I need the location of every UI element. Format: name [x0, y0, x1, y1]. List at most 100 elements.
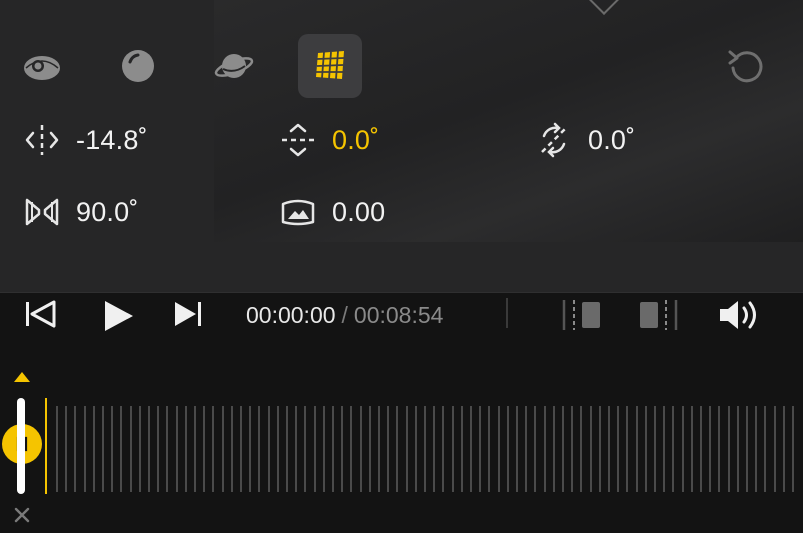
- play-icon: [105, 301, 133, 331]
- timeline-tick: [139, 406, 141, 492]
- chevron-down-icon[interactable]: [587, 0, 621, 15]
- play-button[interactable]: [100, 298, 136, 339]
- timeline-tick: [387, 406, 389, 492]
- timeline-tick: [350, 406, 352, 492]
- timeline-tick: [774, 406, 776, 492]
- sphere-icon: [122, 50, 154, 82]
- timeline-tick: [442, 406, 444, 492]
- timeline-tick: [185, 406, 187, 492]
- close-icon[interactable]: [13, 506, 31, 524]
- timeline-tick: [700, 406, 702, 492]
- trim-start-button[interactable]: [560, 298, 604, 337]
- timeline-tick: [222, 406, 224, 492]
- playhead-line[interactable]: [45, 398, 47, 494]
- timeline-tick: [194, 406, 196, 492]
- volume-icon: [720, 301, 756, 329]
- fov-control[interactable]: 90.0˚: [24, 194, 139, 230]
- timeline-tick: [737, 406, 739, 492]
- roll-value[interactable]: 0.0˚: [588, 125, 635, 156]
- timeline-tick: [240, 406, 242, 492]
- timeline-tick: [231, 406, 233, 492]
- timeline-tick: [461, 406, 463, 492]
- timeline-tick: [691, 406, 693, 492]
- timeline-tick: [93, 406, 95, 492]
- view-settings-panel: -14.8˚ 0.0˚ 0.0˚ 90.0˚ 0.00: [0, 0, 803, 293]
- timeline-tick: [314, 406, 316, 492]
- timeline-tick: [396, 406, 398, 492]
- fov-value[interactable]: 90.0˚: [76, 197, 139, 228]
- distortion-icon: [281, 199, 315, 226]
- pitch-value[interactable]: 0.0˚: [332, 125, 379, 156]
- planet-icon: [214, 54, 254, 78]
- timeline-tick: [663, 406, 665, 492]
- timeline-tick: [433, 406, 435, 492]
- trim-end-button[interactable]: [638, 298, 682, 337]
- timeline-tick: [728, 406, 730, 492]
- timeline-tick: [746, 406, 748, 492]
- timeline-tick: [617, 406, 619, 492]
- timeline-tick: [212, 406, 214, 492]
- timeline-tick: [682, 406, 684, 492]
- timeline-tick: [295, 406, 297, 492]
- timeline-tick: [249, 406, 251, 492]
- timeline-tick: [580, 406, 582, 492]
- pitch-control[interactable]: 0.0˚: [280, 122, 379, 158]
- timeline-start-handle[interactable]: [17, 398, 25, 494]
- timeline-tick: [590, 406, 592, 492]
- timeline-tick: [406, 406, 408, 492]
- time-display: 00:00:00/00:08:54: [246, 302, 443, 329]
- timeline-tick: [304, 406, 306, 492]
- skip-forward-icon: [175, 302, 201, 326]
- timeline-tick: [479, 406, 481, 492]
- previous-frame-button[interactable]: [24, 298, 56, 335]
- timeline-tick: [553, 406, 555, 492]
- next-frame-button[interactable]: [172, 298, 204, 335]
- timeline-tick: [332, 406, 334, 492]
- volume-button[interactable]: [718, 298, 766, 337]
- timeline-tick: [544, 406, 546, 492]
- timeline-tick: [378, 406, 380, 492]
- yaw-icon: [25, 125, 59, 155]
- timeline-tick: [672, 406, 674, 492]
- reset-icon: [728, 50, 763, 83]
- distortion-value[interactable]: 0.00: [332, 197, 385, 228]
- yaw-value[interactable]: -14.8˚: [76, 125, 148, 156]
- yaw-control[interactable]: -14.8˚: [24, 122, 148, 158]
- timeline-tick: [203, 406, 205, 492]
- reset-button[interactable]: [726, 46, 766, 86]
- fisheye-mode-button[interactable]: [10, 34, 74, 98]
- keyframe-marker-icon[interactable]: [13, 371, 31, 383]
- skip-back-icon: [26, 300, 56, 328]
- timeline-tick: [516, 406, 518, 492]
- roll-icon: [541, 122, 567, 158]
- timeline-tick: [65, 406, 67, 492]
- timeline-tick: [157, 406, 159, 492]
- trim-end-icon: [640, 300, 678, 330]
- timeline-tick: [369, 406, 371, 492]
- timeline-tick: [111, 406, 113, 492]
- planet-mode-button[interactable]: [202, 34, 266, 98]
- time-separator: /: [341, 302, 348, 328]
- perspective-mode-button[interactable]: [298, 34, 362, 98]
- timeline-tick: [268, 406, 270, 492]
- timeline-tick: [166, 406, 168, 492]
- timeline-tick: [718, 406, 720, 492]
- toolbar-divider: [506, 298, 508, 328]
- timeline-tick: [599, 406, 601, 492]
- timeline-tick: [130, 406, 132, 492]
- timeline-tick: [286, 406, 288, 492]
- timeline-tick: [56, 406, 58, 492]
- timeline-tick: [636, 406, 638, 492]
- timeline-tick: [645, 406, 647, 492]
- timeline-tick: [120, 406, 122, 492]
- distortion-control[interactable]: 0.00: [280, 194, 385, 230]
- timeline-tick: [626, 406, 628, 492]
- fov-icon: [25, 198, 59, 226]
- timeline-tick: [84, 406, 86, 492]
- total-time: 00:08:54: [353, 302, 444, 328]
- current-time: 00:00:00: [246, 302, 336, 328]
- sphere-mode-button[interactable]: [106, 34, 170, 98]
- roll-control[interactable]: 0.0˚: [536, 122, 635, 158]
- timeline-tick: [415, 406, 417, 492]
- timeline-tick: [341, 406, 343, 492]
